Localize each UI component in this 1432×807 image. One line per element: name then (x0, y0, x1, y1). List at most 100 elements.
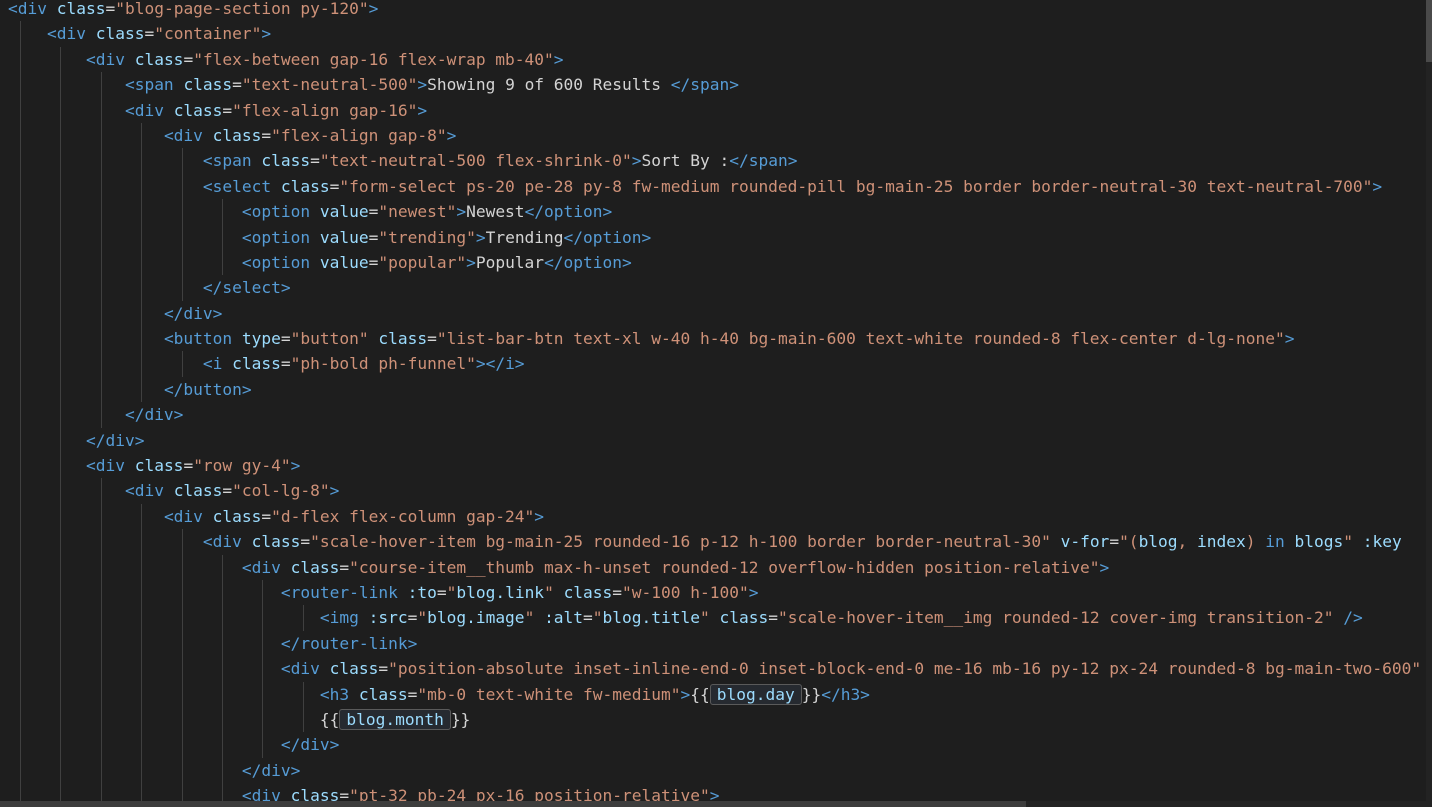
code-token-tag: <div (163, 506, 213, 526)
indent-guide (60, 275, 62, 301)
indent-guide (100, 224, 102, 250)
code-token-attr: value (319, 252, 369, 272)
code-token-attr: class (358, 684, 408, 704)
code-line[interactable]: <div class="course-item__thumb max-h-uns… (8, 554, 1426, 580)
code-token-strexpr: blog (1138, 532, 1178, 552)
code-line[interactable]: <select class="form-select ps-20 pe-28 p… (8, 173, 1426, 200)
code-lines[interactable]: <div class="blog-page-section py-120"> <… (8, 0, 1426, 807)
indent-guide (100, 173, 102, 200)
indentation (8, 228, 242, 247)
horizontal-scrollbar[interactable] (0, 801, 1426, 807)
code-line[interactable]: <div class="flex-align gap-8"> (8, 122, 1426, 149)
indent-guide (262, 605, 264, 631)
code-line[interactable]: <div class="container"> (8, 21, 1426, 47)
code-line[interactable]: </select> (8, 275, 1426, 301)
indent-guide (100, 529, 102, 555)
indent-guide (302, 706, 304, 733)
code-line[interactable]: <span class="text-neutral-500 flex-shrin… (8, 148, 1426, 174)
code-token-str: "ph-bold ph-funnel" (290, 354, 476, 374)
code-line[interactable]: <button type="button" class="list-bar-bt… (8, 326, 1426, 352)
code-line[interactable]: <span class="text-neutral-500">Showing 9… (8, 72, 1426, 98)
code-line[interactable]: <div class="d-flex flex-column gap-24"> (8, 503, 1426, 530)
indent-guide (60, 72, 62, 98)
indent-guide (141, 630, 143, 657)
code-token-attr: class (251, 532, 301, 552)
code-line[interactable]: <option value="popular">Popular</option> (8, 249, 1426, 276)
horizontal-scrollbar-thumb[interactable] (0, 801, 1026, 807)
vertical-scrollbar[interactable] (1426, 0, 1432, 807)
indent-guide (262, 656, 264, 682)
vertical-scrollbar-thumb[interactable] (1426, 0, 1432, 62)
code-line[interactable]: </div> (8, 402, 1426, 428)
code-line[interactable]: </button> (8, 376, 1426, 403)
code-token-text: = (261, 506, 272, 526)
code-token-attr: :src (368, 608, 408, 628)
indent-guide (100, 97, 102, 123)
code-line[interactable]: <option value="newest">Newest</option> (8, 199, 1426, 225)
code-line[interactable]: {{blog.month}} (8, 706, 1426, 733)
code-token-tag: > (1372, 176, 1383, 196)
code-token-text: = (407, 684, 418, 704)
indent-guide (60, 122, 62, 149)
code-token-text: = (339, 557, 350, 577)
indent-guide (20, 72, 21, 98)
indent-guide (20, 630, 21, 657)
code-token-str: "( (1119, 532, 1139, 552)
code-line[interactable]: </div> (8, 757, 1426, 784)
code-token-tag: > (534, 506, 545, 526)
code-line[interactable]: <div class="position-absolute inset-inli… (8, 656, 1426, 682)
indent-guide (141, 122, 143, 149)
indent-guide (60, 326, 62, 352)
indent-guide (20, 224, 21, 250)
code-token-text: = (378, 659, 389, 679)
code-line[interactable]: </div> (8, 427, 1426, 454)
code-line[interactable]: <div class="row gy-4"> (8, 453, 1426, 479)
code-token-tag: </option> (524, 202, 613, 222)
indent-guide (222, 249, 223, 276)
code-token-str: "trending" (378, 227, 476, 247)
code-token-tag: <div (124, 481, 174, 501)
code-token-str: "popular" (378, 252, 467, 272)
indent-guide (141, 757, 143, 784)
indentation (8, 710, 320, 729)
code-line[interactable]: </div> (8, 732, 1426, 758)
code-token-str: "flex-align gap-16" (232, 100, 418, 120)
code-editor[interactable]: <div class="blog-page-section py-120"> <… (0, 0, 1432, 807)
code-line[interactable]: <router-link :to="blog.link" class="w-10… (8, 579, 1426, 606)
code-token-tag: </option> (544, 252, 632, 272)
code-line[interactable]: <div class="col-lg-8"> (8, 478, 1426, 504)
code-line[interactable]: <i class="ph-bold ph-funnel"></i> (8, 351, 1426, 377)
code-line[interactable]: <div class="flex-between gap-16 flex-wra… (8, 46, 1426, 73)
indent-guide (181, 275, 183, 301)
code-line[interactable]: <div class="scale-hover-item bg-main-25 … (8, 529, 1426, 555)
code-token-text: {{ (319, 709, 340, 729)
code-line[interactable]: <option value="trending">Trending</optio… (8, 224, 1426, 250)
code-token-str (1285, 532, 1295, 551)
code-line[interactable]: <div class="flex-align gap-16"> (8, 97, 1426, 123)
indent-guide (262, 630, 264, 657)
code-token-tag: </router-link> (280, 633, 418, 653)
code-token-hl: blog.day (709, 683, 802, 705)
code-line[interactable]: <div class="blog-page-section py-120"> (8, 0, 1426, 21)
code-line[interactable]: <img :src="blog.image" :alt="blog.title"… (8, 605, 1426, 631)
code-token-tag: </span> (729, 151, 798, 171)
code-token-tag: <div (124, 100, 174, 120)
code-line[interactable]: </router-link> (8, 630, 1426, 657)
indent-guide (60, 46, 62, 73)
code-token-tag: > (466, 252, 476, 272)
code-token-tag: <div (241, 557, 291, 577)
indent-guide (100, 148, 102, 174)
code-token-text: = (612, 582, 623, 602)
code-token-tag: </span> (670, 75, 739, 95)
code-token-str: " (592, 608, 603, 628)
code-line[interactable]: </div> (8, 300, 1426, 327)
code-line[interactable]: <h3 class="mb-0 text-white fw-medium">{{… (8, 681, 1426, 707)
indentation (8, 634, 281, 653)
indent-guide (181, 681, 183, 707)
code-token-text: Showing 9 of 600 Results (427, 75, 671, 95)
indentation (8, 735, 281, 754)
code-token-tag: <div (163, 125, 213, 145)
